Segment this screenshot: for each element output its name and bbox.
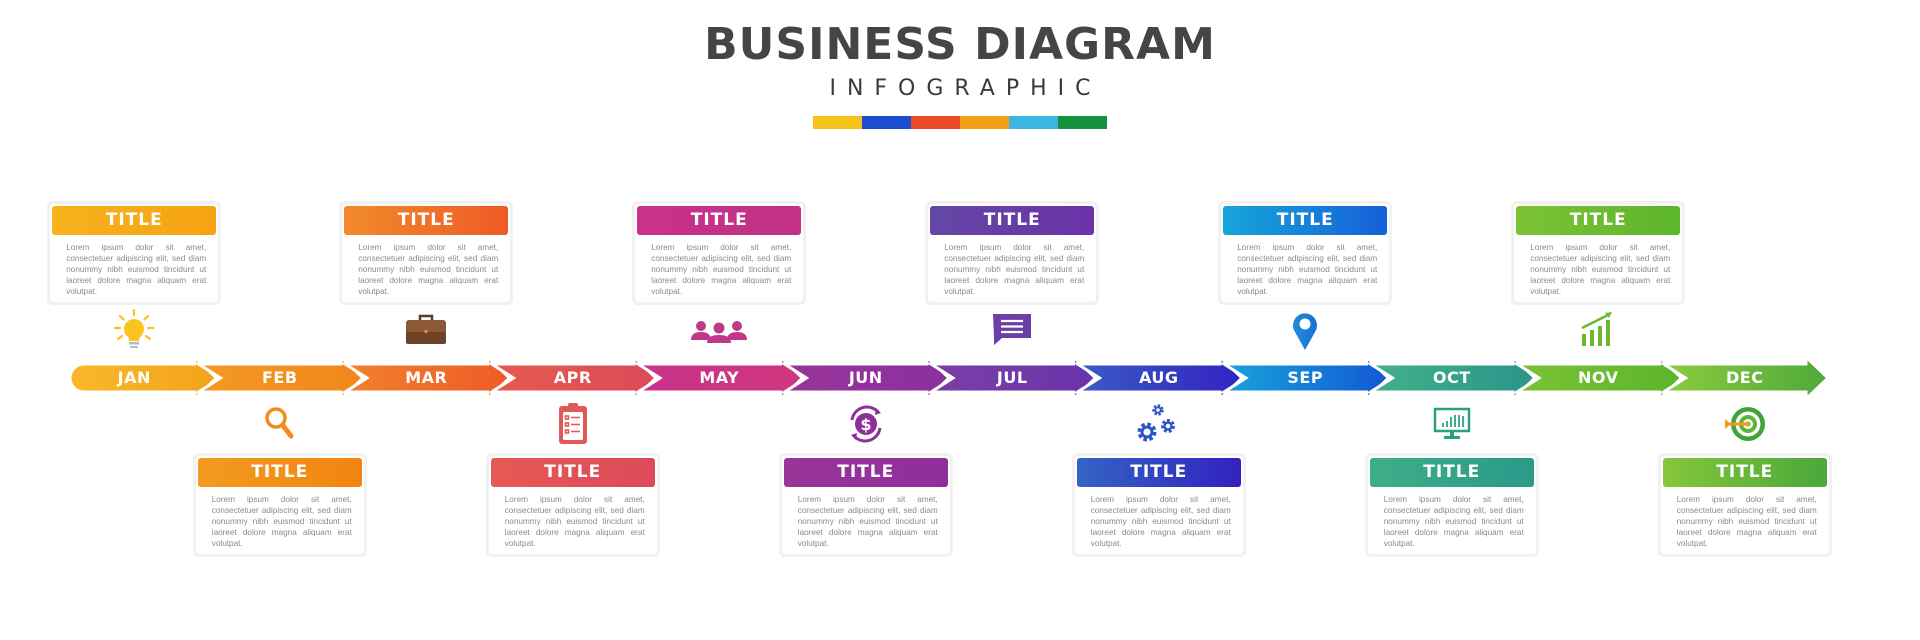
milestone-card-nov: TITLE Lorem ipsum dolor sit amet, consect…	[1514, 204, 1683, 302]
target-icon	[1721, 400, 1769, 448]
month-label-jan: JAN	[117, 368, 151, 387]
month-label-feb: FEB	[261, 368, 298, 387]
milestone-card-apr: TITLE Lorem ipsum dolor sit amet, consect…	[488, 456, 657, 554]
gears-icon	[1131, 400, 1187, 448]
card-title: TITLE	[52, 206, 217, 235]
card-description: Lorem ipsum dolor sit amet, consectetuer…	[944, 243, 1085, 296]
card-description: Lorem ipsum dolor sit amet, consectetuer…	[1383, 495, 1524, 548]
clipboard-icon	[549, 400, 597, 448]
monitor-chart-icon	[1428, 400, 1476, 448]
card-description: Lorem ipsum dolor sit amet, consectetuer…	[504, 495, 645, 548]
color-bar-segment	[960, 116, 1009, 129]
milestone-card-oct: TITLE Lorem ipsum dolor sit amet, consect…	[1367, 456, 1536, 554]
milestone-card-may: TITLE Lorem ipsum dolor sit amet, consect…	[635, 204, 804, 302]
magnifier-icon	[256, 400, 304, 448]
milestone-card-feb: TITLE Lorem ipsum dolor sit amet, consect…	[195, 456, 364, 554]
color-bar-segment	[813, 116, 862, 129]
svg-text:$: $	[860, 415, 871, 434]
card-title: TITLE	[197, 458, 362, 487]
milestone-card-dec: TITLE Lorem ipsum dolor sit amet, consect…	[1660, 456, 1829, 554]
card-title: TITLE	[930, 206, 1095, 235]
milestone-card-jan: TITLE Lorem ipsum dolor sit amet, consect…	[50, 204, 219, 302]
milestone-card-sep: TITLE Lorem ipsum dolor sit amet, consect…	[1221, 204, 1390, 302]
color-bar-segment	[862, 116, 911, 129]
month-label-dec: DEC	[1726, 368, 1764, 387]
color-bar-segment	[1009, 116, 1058, 129]
card-title: TITLE	[490, 458, 655, 487]
month-label-mar: MAR	[405, 368, 448, 387]
month-label-jul: JUL	[996, 368, 1028, 387]
lightbulb-icon	[110, 306, 158, 354]
card-description: Lorem ipsum dolor sit amet, consectetuer…	[797, 495, 938, 548]
month-label-sep: SEP	[1287, 368, 1324, 387]
card-description: Lorem ipsum dolor sit amet, consectetuer…	[1090, 495, 1231, 548]
card-title: TITLE	[1076, 458, 1241, 487]
card-title: TITLE	[783, 458, 948, 487]
card-description: Lorem ipsum dolor sit amet, consectetuer…	[1530, 243, 1671, 296]
card-title: TITLE	[344, 206, 509, 235]
location-pin-icon	[1281, 306, 1329, 354]
month-label-oct: OCT	[1432, 368, 1471, 387]
team-icon	[687, 306, 751, 354]
milestone-card-mar: TITLE Lorem ipsum dolor sit amet, consect…	[342, 204, 511, 302]
color-bar	[0, 116, 1920, 129]
color-bar-segment	[911, 116, 960, 129]
briefcase-icon	[402, 306, 450, 354]
month-label-jun: JUN	[848, 368, 883, 387]
card-description: Lorem ipsum dolor sit amet, consectetuer…	[1676, 495, 1817, 548]
card-description: Lorem ipsum dolor sit amet, consectetuer…	[358, 243, 499, 296]
card-title: TITLE	[1223, 206, 1388, 235]
milestone-card-jun: TITLE Lorem ipsum dolor sit amet, consect…	[781, 456, 950, 554]
page-subtitle: INFOGRAPHIC	[829, 76, 1102, 101]
page-title: BUSINESS DIAGRAM	[704, 19, 1216, 70]
card-title: TITLE	[637, 206, 802, 235]
milestone-card-jul: TITLE Lorem ipsum dolor sit amet, consect…	[928, 204, 1097, 302]
dollar-cycle-icon: $	[842, 400, 890, 448]
card-description: Lorem ipsum dolor sit amet, consectetuer…	[211, 495, 352, 548]
card-title: TITLE	[1662, 458, 1827, 487]
color-bar-segment	[1058, 116, 1107, 129]
growth-chart-icon	[1574, 306, 1622, 354]
card-description: Lorem ipsum dolor sit amet, consectetuer…	[66, 243, 207, 296]
month-label-may: MAY	[699, 368, 740, 387]
month-label-apr: APR	[553, 368, 592, 387]
header: BUSINESS DIAGRAM INFOGRAPHIC	[0, 18, 1920, 129]
card-title: TITLE	[1369, 458, 1534, 487]
milestone-card-aug: TITLE Lorem ipsum dolor sit amet, consect…	[1074, 456, 1243, 554]
month-label-aug: AUG	[1138, 368, 1179, 387]
card-description: Lorem ipsum dolor sit amet, consectetuer…	[1237, 243, 1378, 296]
chat-icon	[988, 306, 1036, 354]
month-label-nov: NOV	[1578, 368, 1619, 387]
card-description: Lorem ipsum dolor sit amet, consectetuer…	[651, 243, 792, 296]
card-title: TITLE	[1516, 206, 1681, 235]
